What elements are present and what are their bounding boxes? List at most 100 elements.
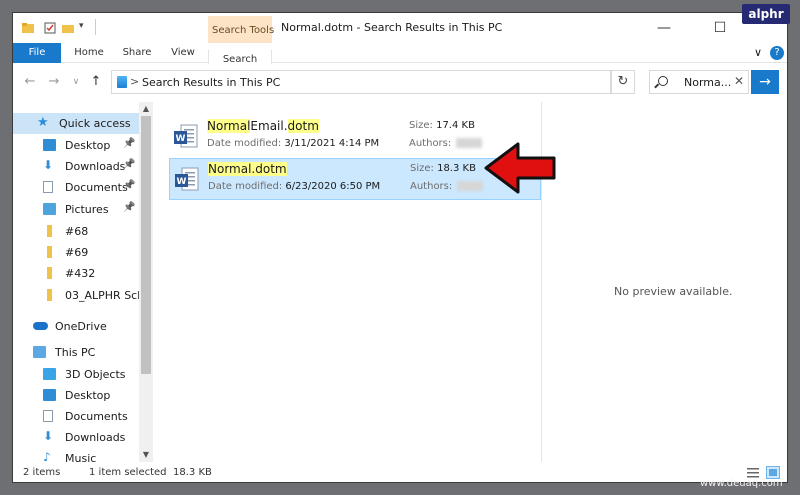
selection-size: 18.3 KB xyxy=(173,467,212,478)
sidebar-item-label: This PC xyxy=(55,346,96,359)
sidebar-item-pictures[interactable]: Pictures 📌 xyxy=(13,199,139,220)
status-bar: 2 items 1 item selected 18.3 KB xyxy=(13,462,787,482)
search-match-highlight: Normal.dotm xyxy=(208,162,287,176)
customize-quick-access-icon[interactable]: ▾ xyxy=(79,21,93,35)
ribbon-expand-icon[interactable]: ∨ xyxy=(750,45,766,61)
pictures-icon xyxy=(43,203,56,215)
sidebar-item-label: 3D Objects xyxy=(65,368,126,381)
alphr-logo: alphr xyxy=(742,4,790,24)
sidebar-item-label: #68 xyxy=(65,225,89,238)
refresh-button[interactable]: ↻ xyxy=(611,70,635,94)
tab-home[interactable]: Home xyxy=(69,43,109,63)
maximize-button[interactable]: ☐ xyxy=(697,13,743,43)
scroll-down-icon[interactable]: ▼ xyxy=(139,448,153,462)
recent-locations-button[interactable]: ∨ xyxy=(67,73,85,91)
search-input[interactable]: Norma... xyxy=(684,76,731,89)
search-icon xyxy=(658,76,668,86)
preview-message: No preview available. xyxy=(614,285,733,298)
search-results-icon xyxy=(117,76,127,88)
pin-icon: 📌 xyxy=(123,138,136,149)
sidebar-item-documents[interactable]: Documents xyxy=(13,406,139,427)
sidebar-item-label: #69 xyxy=(65,246,89,259)
sidebar-item-03-alphr-scher[interactable]: 03_ALPHR Scher xyxy=(13,285,139,306)
item-count: 2 items xyxy=(23,467,61,478)
sidebar-item-documents[interactable]: Documents 📌 xyxy=(13,177,139,198)
folder-icon xyxy=(47,289,52,301)
sidebar-item-onedrive[interactable]: OneDrive xyxy=(13,316,139,337)
minimize-button[interactable]: — xyxy=(641,13,687,43)
sidebar-item-label: Pictures xyxy=(65,203,109,216)
sidebar-item-label: Downloads xyxy=(65,431,126,444)
svg-text:W: W xyxy=(177,177,187,187)
desktop-icon xyxy=(43,139,56,151)
sidebar-item-label: Documents xyxy=(65,181,128,194)
file-size: Size: 18.3 KB xyxy=(410,163,476,174)
watermark: www.deuaq.com xyxy=(700,478,783,489)
sidebar-item-label: Downloads xyxy=(65,160,126,173)
title-bar: ▾ Search Tools Normal.dotm - Search Resu… xyxy=(13,13,787,43)
document-icon xyxy=(43,410,53,422)
scroll-up-icon[interactable]: ▲ xyxy=(139,102,153,116)
pin-icon: 📌 xyxy=(123,202,136,213)
sidebar-item-quick-access[interactable]: ★ Quick access xyxy=(13,113,139,134)
download-icon: ⬇ xyxy=(43,158,54,172)
file-size: Size: 17.4 KB xyxy=(409,120,475,131)
date-modified: Date modified: 6/23/2020 6:50 PM xyxy=(208,181,381,192)
explorer-icon xyxy=(22,23,34,33)
sidebar-item-432[interactable]: #432 xyxy=(13,263,139,284)
clear-search-icon[interactable]: ✕ xyxy=(734,74,744,88)
folder-icon xyxy=(47,246,52,258)
back-button[interactable]: ← xyxy=(21,73,39,91)
ribbon-tabs: File Home Share View Search xyxy=(13,43,787,73)
search-match-highlight: dotm xyxy=(287,119,319,133)
nav-scrollbar[interactable]: ▲ ▼ xyxy=(139,102,153,462)
sidebar-item-label: Documents xyxy=(65,410,128,423)
sidebar-item-desktop[interactable]: Desktop xyxy=(13,385,139,406)
tab-view[interactable]: View xyxy=(165,43,201,63)
selection-count: 1 item selected xyxy=(89,467,167,478)
music-icon: ♪ xyxy=(43,450,51,462)
folder-icon xyxy=(47,225,52,237)
breadcrumb[interactable]: Search Results in This PC xyxy=(142,76,280,89)
authors: Authors: xyxy=(409,138,483,149)
sidebar-item-label: Music xyxy=(65,452,97,462)
sidebar-item-downloads[interactable]: ⬇ Downloads xyxy=(13,427,139,448)
pin-icon: 📌 xyxy=(123,180,136,191)
search-go-button[interactable]: → xyxy=(751,70,779,94)
sidebar-item-downloads[interactable]: ⬇ Downloads 📌 xyxy=(13,156,139,177)
tab-share[interactable]: Share xyxy=(115,43,159,63)
forward-button[interactable]: → xyxy=(45,73,63,91)
document-icon xyxy=(43,181,53,193)
desktop-icon xyxy=(43,389,56,401)
red-arrow-annotation xyxy=(484,142,556,194)
pin-icon: 📌 xyxy=(123,159,136,170)
sidebar-item-label: 03_ALPHR Scher xyxy=(65,289,139,302)
download-icon: ⬇ xyxy=(43,429,54,443)
address-bar[interactable]: > Search Results in This PC xyxy=(111,70,611,94)
tab-file[interactable]: File xyxy=(13,43,61,63)
file-name: Normal.dotm xyxy=(208,162,287,176)
sidebar-item-music[interactable]: ♪ Music xyxy=(13,448,139,462)
sidebar-item-label: Desktop xyxy=(65,139,111,152)
search-box[interactable]: Norma... ✕ xyxy=(649,70,749,94)
sidebar-item-desktop[interactable]: Desktop 📌 xyxy=(13,135,139,156)
sidebar-item-this-pc[interactable]: This PC xyxy=(13,342,139,363)
sidebar-item-69[interactable]: #69 xyxy=(13,242,139,263)
search-match-highlight: Normal xyxy=(207,119,251,133)
up-button[interactable]: ↑ xyxy=(87,73,105,91)
file-name-text: Email. xyxy=(250,119,288,133)
screenshot-frame: ▾ Search Tools Normal.dotm - Search Resu… xyxy=(0,0,800,495)
file-explorer-window: ▾ Search Tools Normal.dotm - Search Resu… xyxy=(12,12,788,483)
breadcrumb-separator: > xyxy=(130,75,140,88)
sidebar-item-label: OneDrive xyxy=(55,320,107,333)
properties-icon[interactable] xyxy=(43,21,57,35)
folder-icon xyxy=(47,267,52,279)
sidebar-item-3d-objects[interactable]: 3D Objects xyxy=(13,364,139,385)
new-folder-icon[interactable] xyxy=(61,21,75,35)
cube-icon xyxy=(43,368,56,380)
sidebar-item-68[interactable]: #68 xyxy=(13,221,139,242)
navigation-bar: ← → ∨ ↑ > Search Results in This PC ↻ No… xyxy=(13,64,787,100)
search-tools-context-label: Search Tools xyxy=(208,16,274,43)
help-icon[interactable]: ? xyxy=(770,46,784,60)
scrollbar-thumb[interactable] xyxy=(141,116,151,374)
